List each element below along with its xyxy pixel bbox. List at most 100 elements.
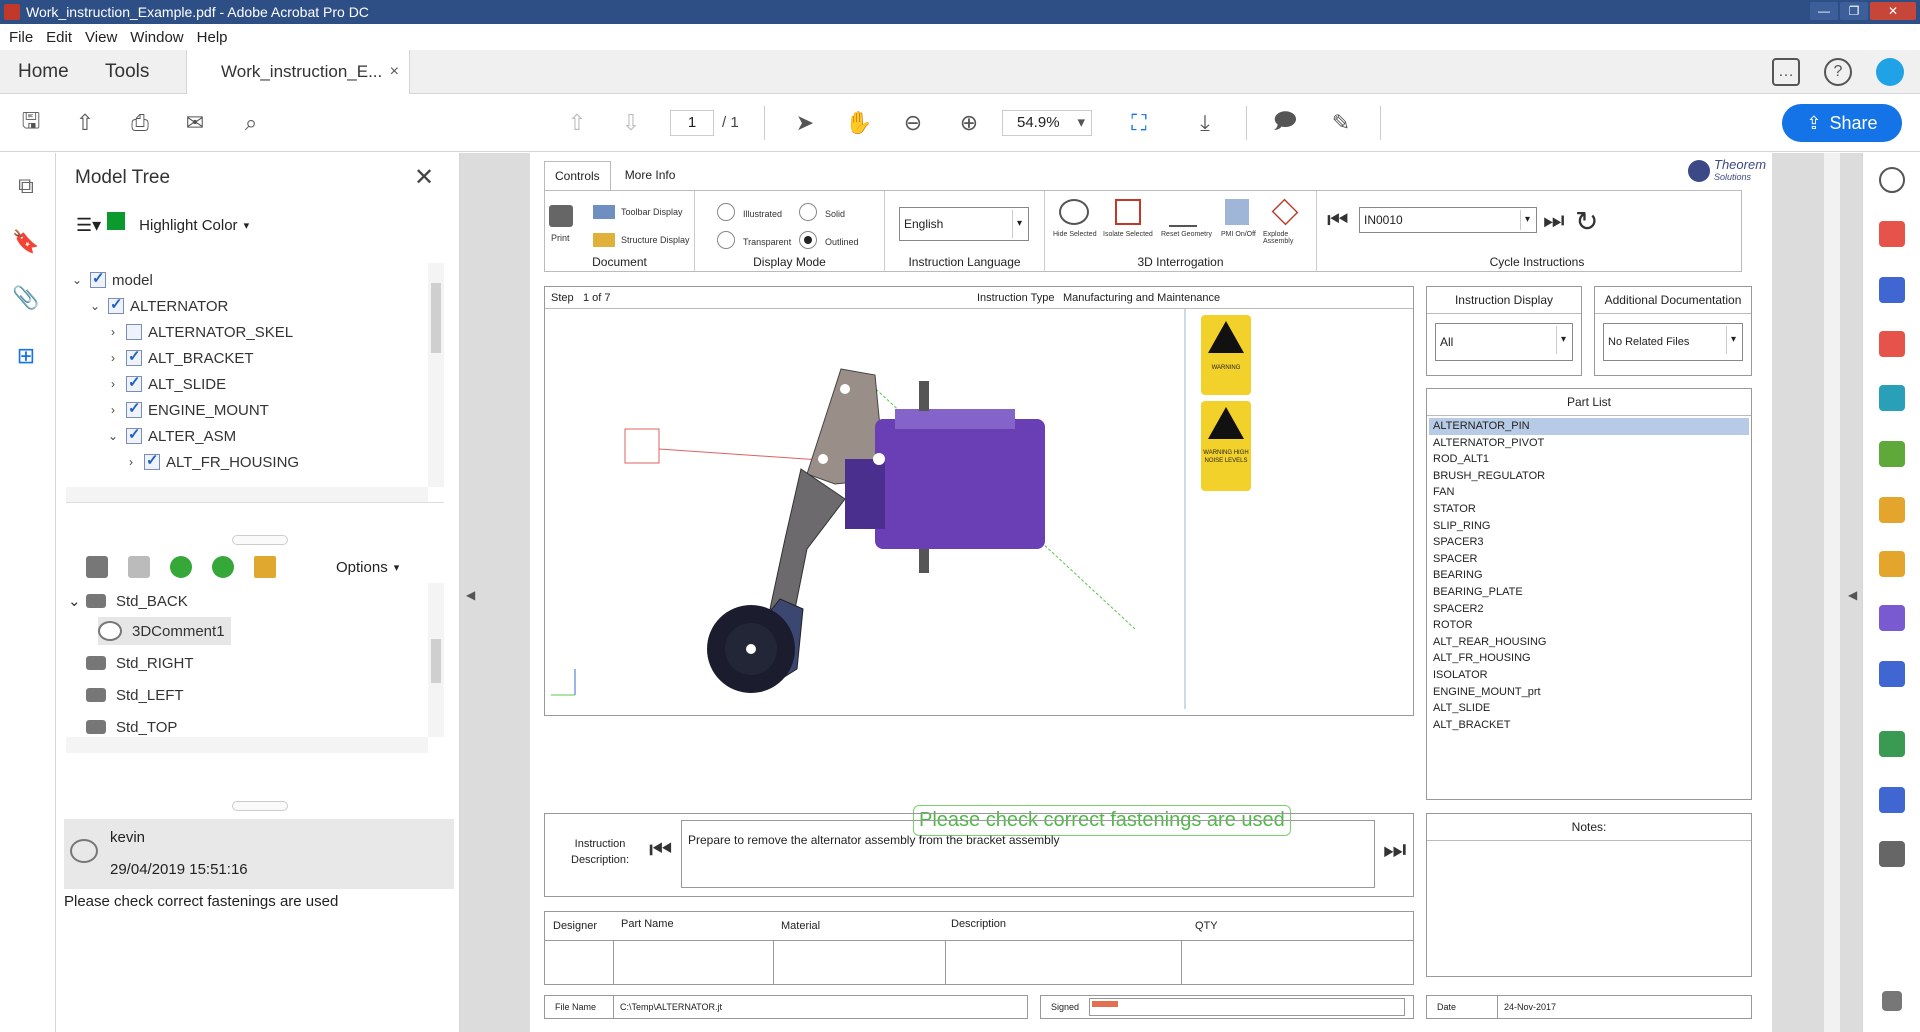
visibility-checkbox[interactable]	[126, 399, 142, 418]
part-list-item[interactable]: ALT_SLIDE	[1429, 700, 1749, 717]
delete-icon[interactable]	[128, 556, 150, 578]
part-list-item[interactable]: FAN	[1429, 484, 1749, 501]
views-vertical-scrollbar[interactable]	[428, 583, 444, 737]
highlight-color-row[interactable]: ☰▾ Highlight Color ▾	[76, 211, 250, 236]
email-icon[interactable]: ✉	[180, 108, 210, 138]
share-button[interactable]: ⇪ Share	[1782, 104, 1902, 142]
notes-panel[interactable]: Notes:	[1426, 813, 1752, 977]
organize-pages-icon[interactable]	[1879, 331, 1905, 357]
zoom-in-icon[interactable]: ⊕	[954, 108, 984, 138]
tree-node-engine-mount[interactable]: ›ENGINE_MOUNT	[104, 397, 269, 423]
document-scrollbar[interactable]	[1824, 153, 1840, 1032]
comment-icon[interactable]: 🗩	[1270, 108, 1300, 138]
part-list-item[interactable]: BEARING_PLATE	[1429, 584, 1749, 601]
home-icon[interactable]	[254, 556, 276, 578]
zoom-select[interactable]: 54.9%	[1002, 110, 1092, 136]
part-list-item[interactable]: BEARING	[1429, 567, 1749, 584]
cycle-select[interactable]: IN0010 ▾	[1359, 207, 1537, 233]
part-list-item[interactable]: SPACER3	[1429, 534, 1749, 551]
part-list-item[interactable]: SPACER	[1429, 551, 1749, 568]
menu-file[interactable]: File	[9, 29, 33, 46]
menu-window[interactable]: Window	[130, 29, 183, 46]
print-icon[interactable]	[549, 205, 573, 227]
pmi-toggle-icon[interactable]	[1225, 199, 1249, 225]
zoom-tool-icon[interactable]	[1879, 167, 1905, 193]
solid-radio[interactable]	[799, 203, 817, 221]
next-view-icon[interactable]	[212, 556, 234, 578]
structure-display-label[interactable]: Structure Display	[621, 235, 690, 245]
tree-vertical-scrollbar[interactable]	[428, 263, 444, 487]
isolate-selected-icon[interactable]	[1115, 199, 1141, 225]
options-menu[interactable]: Options	[336, 559, 388, 576]
bookmarks-icon[interactable]: 🔖	[12, 229, 40, 259]
comment-card[interactable]: kevin 29/04/2019 15:51:16	[64, 819, 454, 889]
next-instruction-icon[interactable]: ⏭	[1383, 834, 1406, 866]
select-tool-icon[interactable]: ➤	[790, 108, 820, 138]
comment-tool-icon[interactable]	[1879, 551, 1905, 577]
additional-documentation-select[interactable]: No Related Files ▾	[1603, 323, 1743, 361]
print-icon[interactable]: ⎙	[125, 108, 155, 138]
illustrated-radio[interactable]	[717, 203, 735, 221]
next-page-icon[interactable]: ⇩	[616, 108, 646, 138]
part-list-item[interactable]: ROTOR	[1429, 617, 1749, 634]
panel-splitter[interactable]	[232, 535, 288, 545]
part-list-item[interactable]: STATOR	[1429, 501, 1749, 518]
part-list-item[interactable]: ALT_REAR_HOUSING	[1429, 634, 1749, 651]
part-list-item[interactable]: BRUSH_REGULATOR	[1429, 468, 1749, 485]
visibility-checkbox[interactable]	[126, 373, 142, 392]
part-list-item[interactable]: ISOLATOR	[1429, 667, 1749, 684]
close-tab-icon[interactable]: ×	[390, 63, 399, 81]
tab-tools[interactable]: Tools	[105, 50, 149, 94]
comments-icon[interactable]: …	[1772, 58, 1800, 86]
signed-field[interactable]: Signed	[1040, 995, 1414, 1019]
part-list-item[interactable]: ALTERNATOR_PIVOT	[1429, 435, 1749, 452]
tree-horizontal-scrollbar[interactable]	[66, 487, 428, 502]
print-production-icon[interactable]	[1879, 731, 1905, 757]
page-number-input[interactable]: 1	[670, 110, 714, 136]
hide-selected-icon[interactable]	[1059, 199, 1089, 225]
fill-sign-icon[interactable]	[1879, 605, 1905, 631]
part-list-item[interactable]: ENGINE_MOUNT_prt	[1429, 684, 1749, 701]
tab-home[interactable]: Home	[18, 50, 69, 94]
part-list-item[interactable]: ALT_BRACKET	[1429, 717, 1749, 734]
tree-node-alt-slide[interactable]: ›ALT_SLIDE	[104, 371, 226, 397]
menu-view[interactable]: View	[85, 29, 117, 46]
tab-controls[interactable]: Controls	[544, 161, 611, 190]
language-select[interactable]: English ▾	[899, 207, 1029, 241]
part-list-item[interactable]: ALT_FR_HOUSING	[1429, 650, 1749, 667]
reset-geometry-icon[interactable]	[1169, 197, 1197, 227]
visibility-checkbox[interactable]	[126, 347, 142, 366]
combine-files-icon[interactable]	[1879, 277, 1905, 303]
toolbar-display-label[interactable]: Toolbar Display	[621, 207, 683, 217]
collapse-right-icon[interactable]: ◀	[1848, 588, 1857, 602]
part-list[interactable]: ALTERNATOR_PIN ALTERNATOR_PIVOT ROD_ALT1…	[1427, 416, 1751, 735]
structure-display-icon[interactable]	[593, 233, 615, 247]
signature-input[interactable]	[1089, 998, 1405, 1016]
chevron-down-icon[interactable]: ▾	[244, 219, 250, 232]
collapse-tools-icon[interactable]	[1882, 991, 1902, 1011]
views-horizontal-scrollbar[interactable]	[66, 737, 428, 753]
tree-node-alternator-skel[interactable]: › ALTERNATOR_SKEL	[104, 319, 293, 345]
scroll-mode-icon[interactable]: ⤓	[1190, 108, 1220, 138]
last-instruction-icon[interactable]: ⏭	[1543, 207, 1565, 235]
visibility-checkbox[interactable]	[90, 269, 106, 288]
more-tools-icon[interactable]	[1879, 841, 1905, 867]
chevron-down-icon[interactable]: ▾	[394, 561, 400, 574]
menu-help[interactable]: Help	[197, 29, 228, 46]
instruction-display-select[interactable]: All ▾	[1435, 323, 1573, 361]
part-list-item[interactable]: SLIP_RING	[1429, 518, 1749, 535]
outlined-radio[interactable]	[799, 231, 817, 249]
tree-node-model[interactable]: ⌄model	[68, 267, 153, 293]
create-pdf-icon[interactable]	[1879, 221, 1905, 247]
upload-icon[interactable]: ⇧	[70, 108, 100, 138]
zoom-out-icon[interactable]: ⊖	[898, 108, 928, 138]
tree-options-icon[interactable]: ☰▾	[76, 215, 101, 236]
transparent-radio[interactable]	[717, 231, 735, 249]
tab-document[interactable]: Work_instruction_E... ×	[186, 50, 410, 94]
edit-pdf-icon[interactable]	[1879, 441, 1905, 467]
tree-node-alt-bracket[interactable]: ›ALT_BRACKET	[104, 345, 254, 371]
explode-assembly-icon[interactable]	[1271, 198, 1299, 226]
page-thumbnails-icon[interactable]: ⧉	[12, 173, 40, 203]
tree-node-alternator[interactable]: ⌄ALTERNATOR	[86, 293, 228, 319]
previous-instruction-icon[interactable]: ⏮	[649, 834, 672, 866]
